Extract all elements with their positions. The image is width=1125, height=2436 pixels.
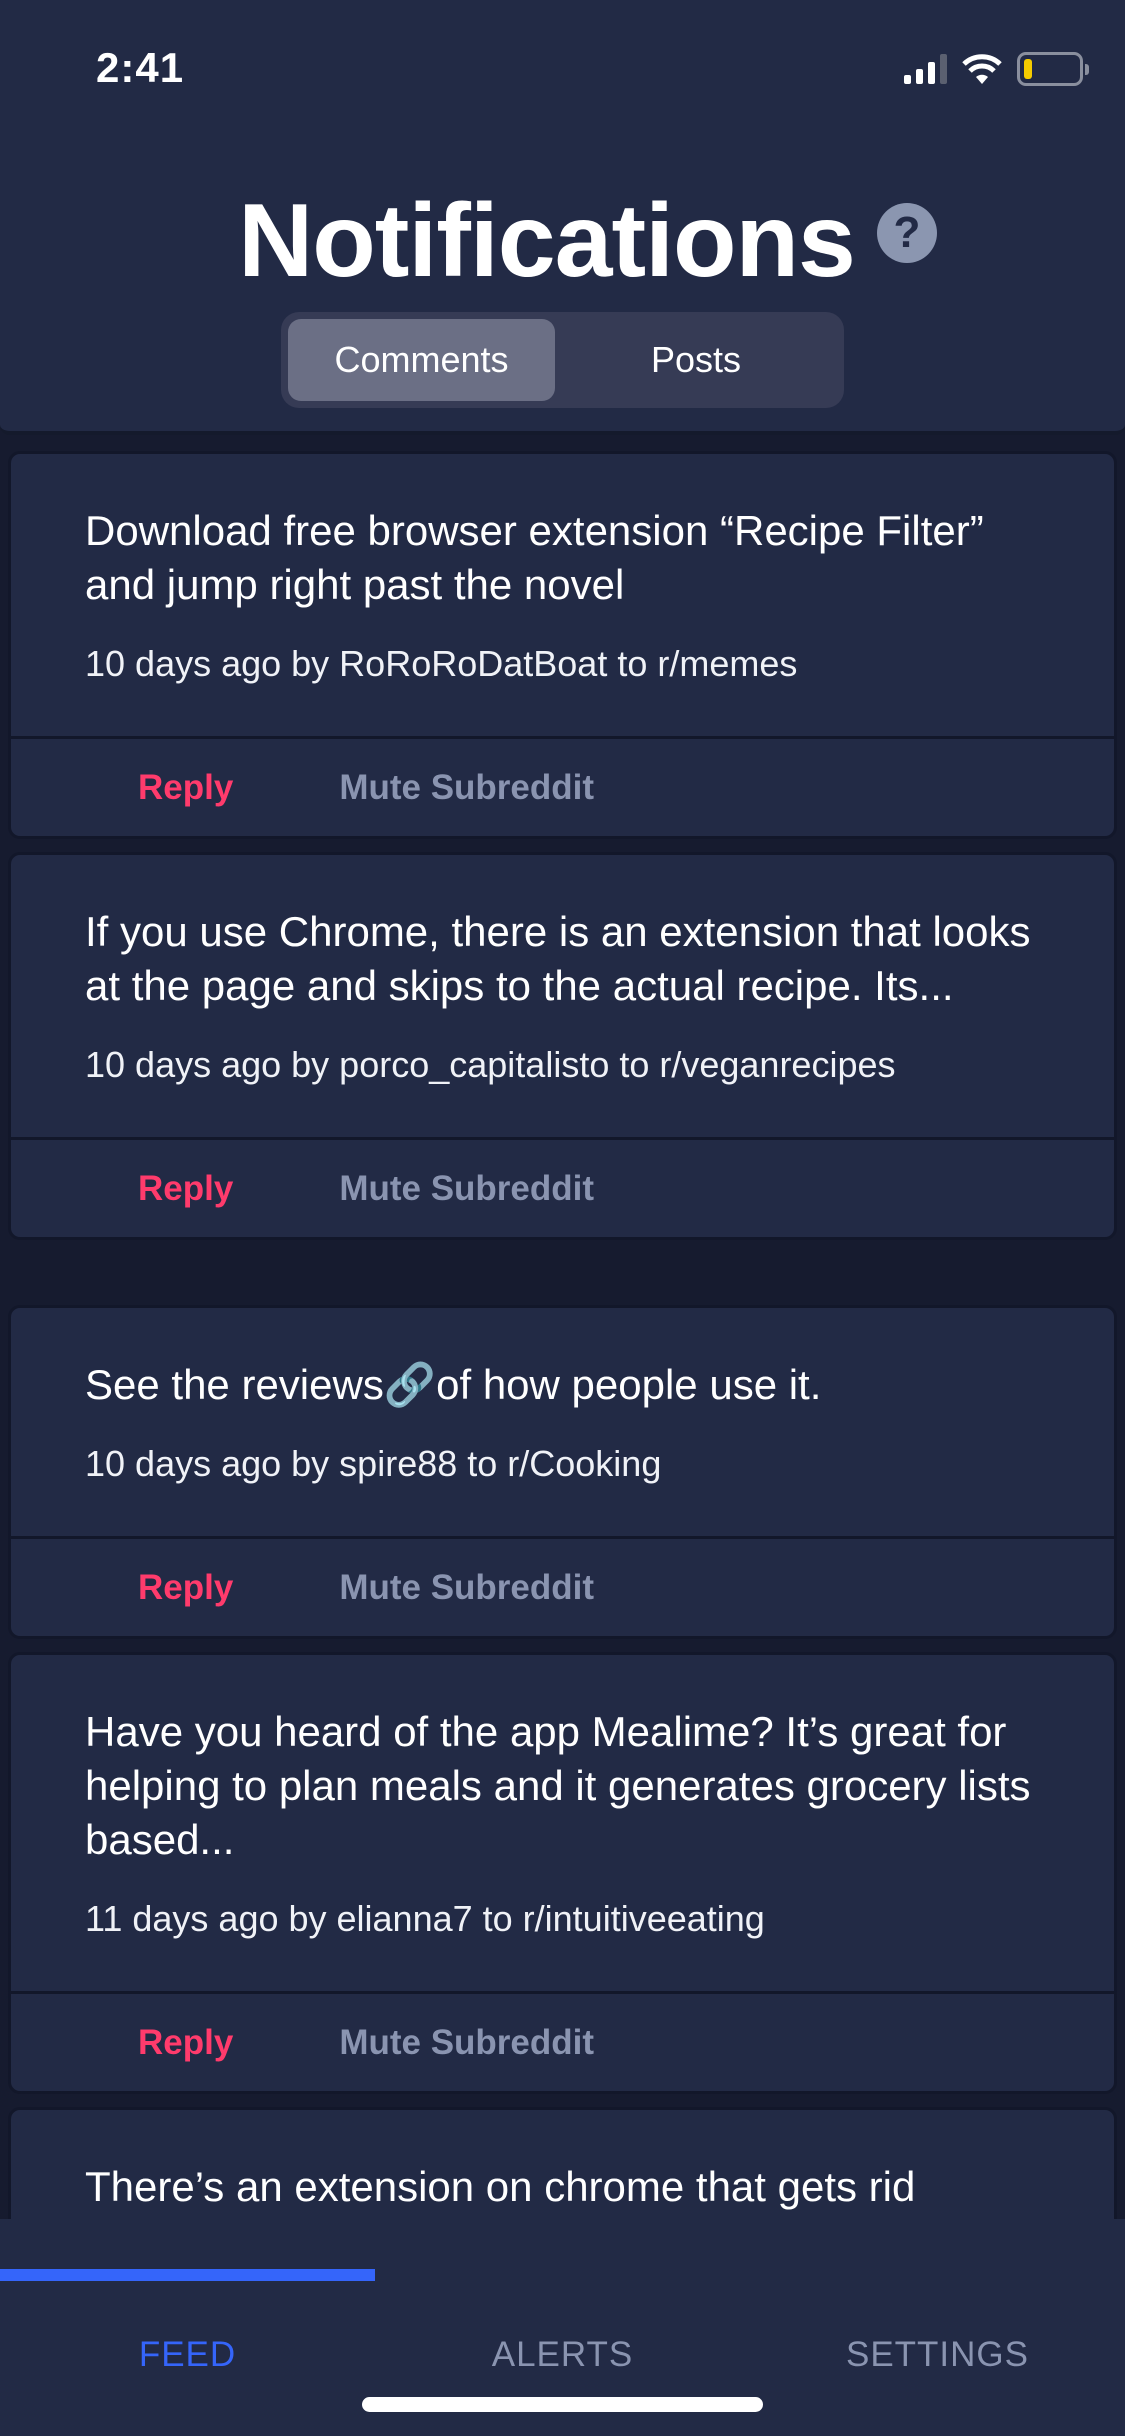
reply-button[interactable]: Reply	[138, 1568, 233, 1608]
status-icons	[904, 52, 1089, 86]
tab-settings[interactable]: SETTINGS	[750, 2335, 1125, 2375]
header: 2:41 Notifications ? Comments Posts	[0, 0, 1125, 435]
text-after: of how people use it.	[436, 1361, 822, 1408]
active-tab-indicator	[0, 2269, 375, 2281]
text-before: See the reviews	[85, 1361, 384, 1408]
notification-text: There’s an extension on chrome that gets…	[85, 2163, 916, 2210]
notification-text: See the reviews🔗of how people use it.	[85, 1358, 1054, 1412]
bottom-tab-bar: FEED ALERTS SETTINGS	[0, 2219, 1125, 2436]
segmented-control: Comments Posts	[281, 312, 844, 408]
wifi-icon	[962, 54, 1002, 84]
question-circle-icon[interactable]: ?	[876, 202, 937, 263]
status-time: 2:41	[96, 44, 185, 91]
notification-meta: 10 days ago by porco_capitalisto to r/ve…	[85, 1044, 896, 1085]
tab-alerts[interactable]: ALERTS	[375, 2335, 750, 2375]
notification-text: Download free browser extension “Recipe …	[85, 507, 984, 608]
notification-card[interactable]: See the reviews🔗of how people use it. 10…	[8, 1305, 1117, 1639]
notification-card[interactable]: Download free browser extension “Recipe …	[8, 451, 1117, 839]
mute-subreddit-button[interactable]: Mute Subreddit	[339, 1568, 594, 1608]
tab-comments[interactable]: Comments	[288, 319, 555, 401]
reply-button[interactable]: Reply	[138, 2023, 233, 2063]
notification-meta: 10 days ago by RoRoRoDatBoat to r/memes	[85, 643, 798, 684]
notification-text: If you use Chrome, there is an extension…	[85, 908, 1031, 1009]
link-icon: 🔗	[383, 1361, 437, 1408]
notification-card[interactable]: Have you heard of the app Mealime? It’s …	[8, 1652, 1117, 2094]
reply-button[interactable]: Reply	[138, 768, 233, 808]
tab-feed[interactable]: FEED	[0, 2335, 375, 2375]
notification-meta: 10 days ago by spire88 to r/Cooking	[85, 1443, 662, 1484]
cellular-signal-icon	[904, 54, 947, 84]
notification-card[interactable]: If you use Chrome, there is an extension…	[8, 852, 1117, 1240]
mute-subreddit-button[interactable]: Mute Subreddit	[339, 2023, 594, 2063]
notification-text: Have you heard of the app Mealime? It’s …	[85, 1708, 1031, 1863]
battery-icon	[1017, 52, 1089, 86]
reply-button[interactable]: Reply	[138, 1169, 233, 1209]
page-title: Notifications	[238, 183, 856, 299]
mute-subreddit-button[interactable]: Mute Subreddit	[339, 1169, 594, 1209]
home-indicator[interactable]	[362, 2397, 763, 2412]
notification-meta: 11 days ago by elianna7 to r/intuitiveea…	[85, 1898, 765, 1939]
tab-posts[interactable]: Posts	[555, 319, 837, 401]
mute-subreddit-button[interactable]: Mute Subreddit	[339, 768, 594, 808]
